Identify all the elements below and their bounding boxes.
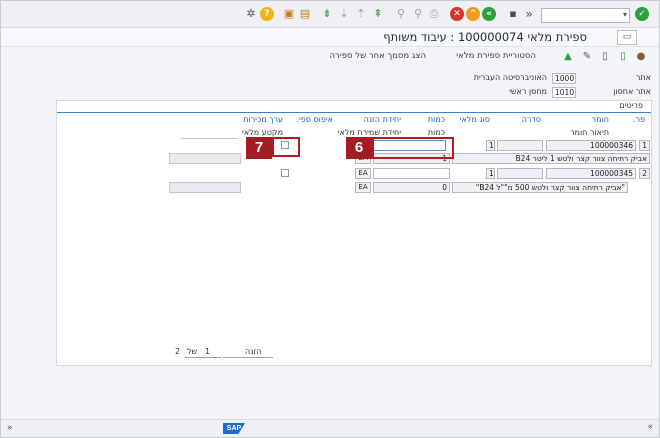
print-icon[interactable]: ⎙	[427, 7, 441, 21]
row2-batch	[497, 168, 543, 179]
sap-logo: SAP	[223, 423, 245, 434]
find-next-icon[interactable]: ⚲	[411, 7, 425, 21]
row2-stock-type: 1	[486, 168, 495, 179]
row2-item: 2	[639, 168, 650, 179]
items-section-title: פריטים	[619, 101, 643, 110]
col-entry-unit[interactable]: יחידת הזנה	[364, 115, 401, 124]
storage-label: אתר אחסון	[613, 87, 651, 96]
col-item[interactable]: פר.	[633, 115, 645, 124]
pager-total: 2	[175, 347, 181, 356]
pager-current-underline	[185, 357, 221, 358]
row2-material: 100000345	[546, 168, 636, 179]
col-batch[interactable]: סדרה	[522, 115, 541, 124]
command-field[interactable]: ▾	[541, 8, 630, 23]
cancel-icon[interactable]: ✕	[450, 7, 464, 21]
expand-status-icon[interactable]: »	[7, 423, 13, 433]
page-title: ספירת מלאי 100000074 : עיבוד משותף	[383, 30, 587, 44]
row2-description: "אביק רתיחה צוור קצר ולטש 500 מ""ל B24"	[452, 182, 628, 193]
row2-zero-count-checkbox[interactable]	[281, 169, 289, 177]
create-icon[interactable]: ▯	[617, 51, 629, 63]
row2-booked-qty: 0	[373, 182, 450, 193]
row1-item: 1	[639, 140, 650, 151]
shortcut-icon[interactable]: ▤	[298, 7, 312, 21]
col-stock-type[interactable]: סוג מלאי	[460, 115, 490, 124]
application-toolbar: ● ▯ ▯ ✎ ▲ הסטוריית ספירת מלאי הצג מסמך א…	[1, 48, 659, 68]
quantity-callout-number: 6	[346, 137, 372, 159]
help-icon[interactable]: ?	[260, 7, 274, 21]
storage-code[interactable]: 1010	[552, 87, 576, 98]
expand-command-icon[interactable]: »	[522, 7, 536, 21]
title-bar: ספירת מלאי 100000074 : עיבוד משותף ▭	[1, 28, 659, 47]
subcol-stock-segment: מקטע מלאי	[242, 128, 283, 137]
save-icon[interactable]: ▪	[506, 7, 520, 21]
subcol-storage-unit: יחידת שמירת מלאי	[337, 128, 401, 137]
count-history-button[interactable]: הסטוריית ספירת מלאי	[456, 51, 536, 61]
find-icon[interactable]: ⚲	[394, 7, 408, 21]
zero-count-callout-number: 7	[246, 137, 272, 159]
system-toolbar: ✲ ? ▣ ▤ ⇟ ⇣ ⇡ ⇞ ⚲ ⚲ ⎙ ✕ ⌃ « ▪ » ▾ ✓	[1, 1, 659, 28]
row1-material: 100000346	[546, 140, 636, 151]
quantity-callout-frame	[372, 137, 454, 159]
last-page-icon[interactable]: ⇟	[320, 7, 334, 21]
new-session-icon[interactable]: ▣	[282, 7, 296, 21]
site-code[interactable]: 1000	[552, 73, 576, 84]
status-bar: » SAP «	[1, 419, 659, 437]
row1-stock-type: 1	[486, 140, 495, 151]
pager-current[interactable]: 1	[205, 347, 210, 356]
customize-icon[interactable]: ✲	[244, 7, 258, 21]
back-icon[interactable]: «	[482, 7, 496, 21]
col-sales-value[interactable]: ערך מכירות	[243, 115, 283, 124]
col-quantity[interactable]: כמות	[428, 115, 445, 124]
chevron-down-icon[interactable]: ▾	[623, 10, 627, 19]
sap-window: ✲ ? ▣ ▤ ⇟ ⇣ ⇡ ⇞ ⚲ ⚲ ⎙ ✕ ⌃ « ▪ » ▾ ✓ ספיר…	[0, 0, 660, 438]
site-label: אתר	[635, 73, 651, 82]
display-other-count-doc-button[interactable]: הצג מסמך אחר של ספירה	[330, 51, 427, 61]
hat-icon[interactable]: ●	[635, 51, 647, 63]
chart-icon[interactable]: ▲	[562, 51, 574, 63]
sales-value-divider	[181, 138, 238, 139]
site-name: האוניברסיטה העברית	[473, 73, 547, 82]
pager-entry-label: הזנה	[245, 347, 262, 356]
site-row: אתר 1000 האוניברסיטה העברית	[1, 73, 659, 85]
storage-name: מחסן ראשי	[509, 87, 547, 96]
pager-entry-underline	[223, 357, 273, 358]
edit-icon[interactable]: ✎	[581, 51, 593, 63]
row1-sales-value	[169, 153, 241, 164]
subcol-quantity: כמות	[427, 128, 445, 137]
col-zero-count[interactable]: איפוס ספי.	[296, 115, 333, 124]
row2-quantity-input[interactable]	[373, 168, 450, 179]
first-page-icon[interactable]: ⇞	[371, 7, 385, 21]
row2-entry-unit[interactable]: EA	[355, 168, 371, 179]
storage-row: אתר אחסון 1010 מחסן ראשי	[1, 87, 659, 99]
row1-batch	[497, 140, 543, 151]
row1-description: אביק רתיחה צוור קצר ולטש 1 ליטר B24	[452, 153, 650, 164]
exit-icon[interactable]: ⌃	[466, 7, 480, 21]
next-page-icon[interactable]: ⇣	[337, 7, 351, 21]
collapse-status-icon[interactable]: «	[647, 422, 653, 432]
layout-menu-icon[interactable]: ▭	[617, 30, 637, 45]
row2-unit: EA	[355, 182, 371, 193]
col-material[interactable]: חומר	[592, 115, 609, 124]
prev-page-icon[interactable]: ⇡	[354, 7, 368, 21]
items-panel: פריטים פר. חומר סדרה סוג מלאי כמות יחידת…	[56, 100, 652, 366]
copy-icon[interactable]: ▯	[599, 51, 611, 63]
subcol-material-desc: תיאור חומר	[570, 128, 609, 137]
pager-of-label: של	[187, 347, 198, 356]
checkmark-icon[interactable]: ✓	[635, 7, 649, 21]
row2-sales-value	[169, 182, 241, 193]
section-divider	[57, 112, 651, 113]
zero-count-callout-frame	[272, 137, 300, 157]
